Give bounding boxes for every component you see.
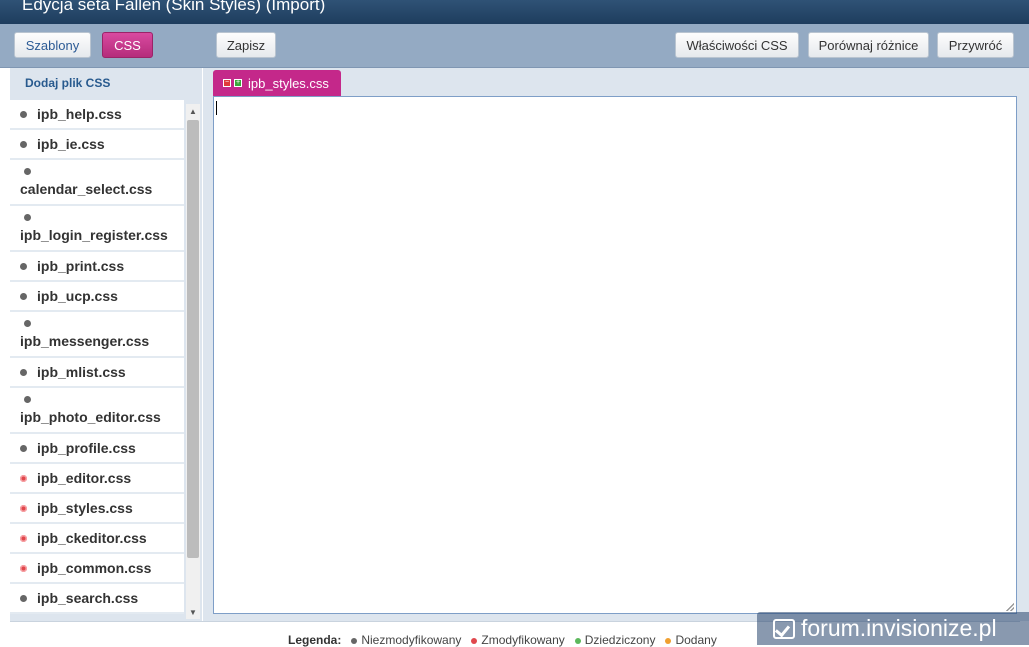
list-item[interactable]: ipb_styles.css xyxy=(10,494,184,524)
file-name: ipb_photo_editor.css xyxy=(20,409,161,425)
status-unmodified-icon xyxy=(24,396,31,403)
tab-label: ipb_styles.css xyxy=(248,75,329,91)
window-title: Edycja seta Fallen (Skin Styles) (Import… xyxy=(22,0,326,14)
css-properties-button[interactable]: Właściwości CSS xyxy=(675,32,799,58)
status-unmodified-icon xyxy=(20,292,27,300)
css-editor-textarea[interactable] xyxy=(213,96,1017,614)
compare-differences-button[interactable]: Porównaj różnice xyxy=(808,32,929,58)
watermark-text: forum.invisionize.pl xyxy=(801,615,997,641)
css-button[interactable]: CSS xyxy=(102,32,153,58)
file-name: ipb_ckeditor.css xyxy=(37,530,147,546)
file-name: ipb_editor.css xyxy=(37,470,132,486)
list-item[interactable]: ipb_ucp.css xyxy=(10,282,184,312)
list-item[interactable]: ipb_ie.css xyxy=(10,130,184,160)
status-unmodified-icon xyxy=(20,262,27,270)
status-modified-icon xyxy=(20,564,27,572)
inherited-dot-icon xyxy=(574,637,581,644)
list-item[interactable]: ipb_mlist.css xyxy=(10,358,184,388)
status-unmodified-icon xyxy=(20,110,27,118)
add-css-file-link[interactable]: Dodaj plik CSS xyxy=(25,76,110,90)
status-unmodified-icon xyxy=(24,214,31,221)
list-item[interactable]: calendar_select.css xyxy=(10,160,184,206)
templates-button[interactable]: Szablony xyxy=(14,32,91,58)
scroll-down-icon[interactable]: ▼ xyxy=(186,605,200,619)
save-button[interactable]: Zapisz xyxy=(216,32,276,58)
list-item[interactable]: ipb_print.css xyxy=(10,252,184,282)
css-file-list: ipb_help.css ipb_ie.css calendar_select.… xyxy=(10,100,184,614)
resize-grip-icon[interactable] xyxy=(1006,603,1014,611)
file-name: ipb_print.css xyxy=(37,258,125,274)
tab-ipb-styles[interactable]: − + ipb_styles.css xyxy=(213,70,341,96)
expand-tab-icon[interactable]: + xyxy=(234,79,242,87)
scrollbar-thumb[interactable] xyxy=(187,120,199,558)
file-name: ipb_search.css xyxy=(37,590,139,606)
toolbar: Szablony CSS Zapisz Właściwości CSS Poró… xyxy=(0,24,1029,68)
file-name: ipb_login_register.css xyxy=(20,227,168,243)
status-modified-icon xyxy=(20,534,27,542)
list-item[interactable]: ipb_search.css xyxy=(10,584,184,614)
list-item[interactable]: ipb_photo_editor.css xyxy=(10,388,184,434)
status-modified-icon xyxy=(20,504,27,512)
file-list-scrollbar[interactable]: ▲ ▼ xyxy=(186,104,200,619)
added-dot-icon xyxy=(665,637,672,644)
status-unmodified-icon xyxy=(20,368,27,376)
file-name: ipb_ucp.css xyxy=(37,288,118,304)
modified-dot-icon xyxy=(471,637,478,644)
file-name: ipb_profile.css xyxy=(37,440,136,456)
status-unmodified-icon xyxy=(24,320,31,327)
list-item[interactable]: ipb_common.css xyxy=(10,554,184,584)
list-item[interactable]: ipb_ckeditor.css xyxy=(10,524,184,554)
file-name: ipb_messenger.css xyxy=(20,333,150,349)
css-file-sidebar: Dodaj plik CSS ipb_help.css ipb_ie.css c… xyxy=(10,68,202,621)
unmodified-dot-icon xyxy=(351,637,358,644)
status-unmodified-icon xyxy=(20,140,27,148)
list-item[interactable]: ipb_login_register.css xyxy=(10,206,184,252)
list-item[interactable]: ipb_messenger.css xyxy=(10,312,184,358)
status-unmodified-icon xyxy=(24,168,31,175)
editor-panel: − + ipb_styles.css xyxy=(203,68,1029,621)
file-name: ipb_ie.css xyxy=(37,136,105,152)
list-item[interactable]: ipb_help.css xyxy=(10,100,184,130)
status-unmodified-icon xyxy=(20,594,27,602)
file-name: ipb_help.css xyxy=(37,106,122,122)
window-titlebar: Edycja seta Fallen (Skin Styles) (Import… xyxy=(0,0,1029,24)
file-name: ipb_mlist.css xyxy=(37,364,126,380)
file-name: calendar_select.css xyxy=(20,181,153,197)
list-item[interactable]: ipb_editor.css xyxy=(10,464,184,494)
file-name: ipb_styles.css xyxy=(37,500,133,516)
status-modified-icon xyxy=(20,474,27,482)
watermark: forum.invisionize.pl xyxy=(757,612,1029,645)
text-caret xyxy=(216,101,217,115)
file-name: ipb_common.css xyxy=(37,560,152,576)
restore-button[interactable]: Przywróć xyxy=(937,32,1014,58)
close-tab-icon[interactable]: − xyxy=(223,79,231,87)
scroll-up-icon[interactable]: ▲ xyxy=(186,104,200,118)
status-unmodified-icon xyxy=(20,444,27,452)
list-item[interactable]: ipb_profile.css xyxy=(10,434,184,464)
checkmark-logo-icon xyxy=(773,618,795,639)
